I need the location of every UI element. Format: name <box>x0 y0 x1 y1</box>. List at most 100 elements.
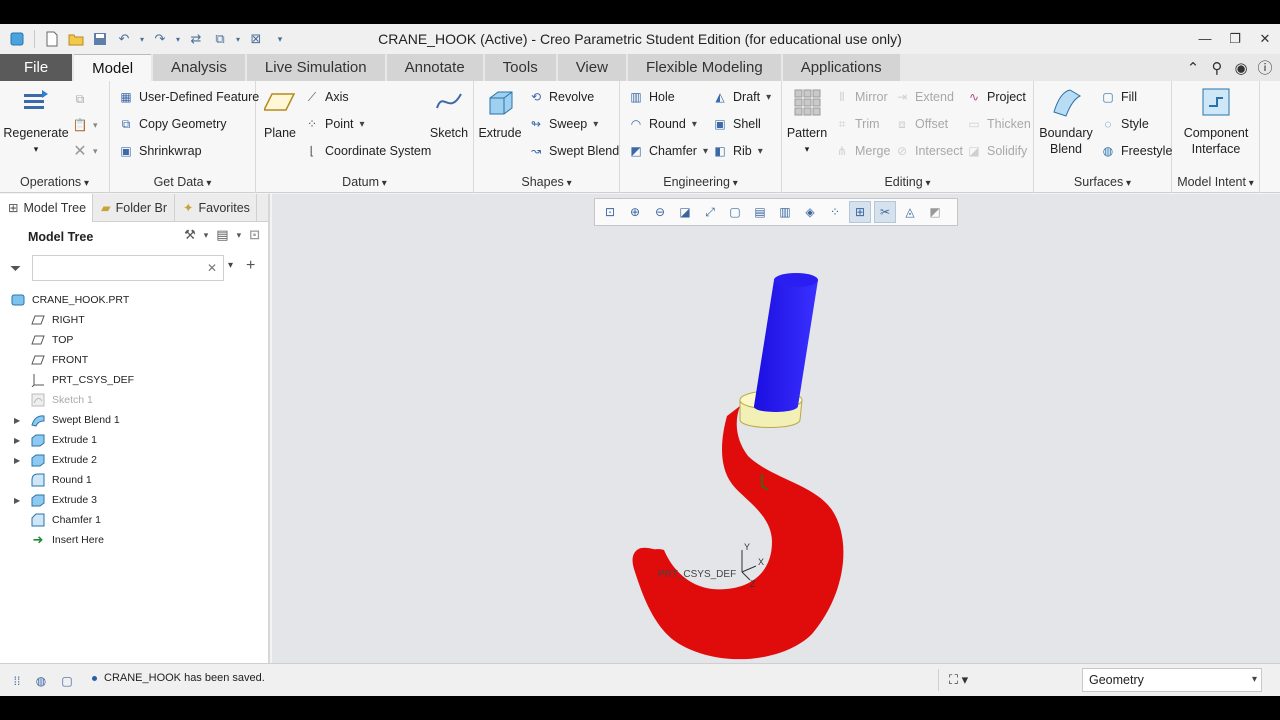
trim-button[interactable]: ⌗ Trim <box>834 114 880 134</box>
round-button[interactable]: ◠ Round <box>628 114 697 134</box>
open-folder-icon[interactable] <box>65 28 87 50</box>
extrude-button[interactable]: Extrude <box>476 85 524 141</box>
selection-filter-select[interactable]: Geometry <box>1082 668 1262 692</box>
browser-toggle-icon[interactable]: ◍ <box>32 672 50 690</box>
add-filter-icon[interactable]: + <box>246 257 255 275</box>
solidify-button[interactable]: ◪ Solidify <box>966 141 1027 161</box>
tree-node-part[interactable]: CRANE_HOOK.PRT <box>0 290 268 310</box>
tree-node-csys[interactable]: PRT_CSYS_DEF <box>0 370 268 390</box>
shapes-group-label[interactable]: Shapes <box>474 173 619 191</box>
tab-live-simulation[interactable]: Live Simulation <box>246 54 385 81</box>
find-icon[interactable]: ⛶ ▾ <box>938 669 978 691</box>
swept-blend-button[interactable]: ↝ Swept Blend <box>528 141 619 161</box>
get-data-group-label[interactable]: Get Data <box>110 173 255 191</box>
close-button[interactable]: ✕ <box>1250 24 1280 54</box>
tree-node-front[interactable]: FRONT <box>0 350 268 370</box>
rib-button[interactable]: ◧ Rib <box>712 141 763 161</box>
help-icon[interactable]: ⓘ <box>1256 57 1274 78</box>
delete-button[interactable]: ✕ ▾ <box>72 141 97 161</box>
windows-icon[interactable]: ⧉ <box>209 28 231 50</box>
tree-columns-icon[interactable]: ▤ <box>216 227 228 243</box>
redo-icon[interactable]: ↷ <box>149 28 171 50</box>
customize-toolbar-icon[interactable]: ▾ <box>269 28 291 50</box>
tab-applications[interactable]: Applications <box>782 54 900 81</box>
windows-dropdown-icon[interactable]: ▾ <box>233 28 243 50</box>
project-button[interactable]: ∿ Project <box>966 87 1026 107</box>
pattern-dropdown-icon[interactable]: ▾ <box>805 141 810 157</box>
tree-node-insert-here[interactable]: ➜ Insert Here <box>0 530 268 550</box>
regenerate-button[interactable]: Regenerate ▾ <box>3 85 69 157</box>
fill-button[interactable]: ▢ Fill <box>1100 87 1137 107</box>
ptc-community-icon[interactable]: ◉ <box>1232 59 1250 77</box>
tree-node-extrude-3[interactable]: ▶ Extrude 3 <box>0 490 268 510</box>
collapse-ribbon-icon[interactable]: ⌃ <box>1184 59 1202 77</box>
clear-search-icon[interactable]: ✕ <box>207 261 217 275</box>
thicken-button[interactable]: ▭ Thicken <box>966 114 1030 134</box>
filter-icon[interactable]: ⏷ <box>10 260 21 277</box>
user-defined-feature-button[interactable]: ▦ User-Defined Feature <box>118 87 259 107</box>
tab-flexible-modeling[interactable]: Flexible Modeling <box>627 54 781 81</box>
tab-file[interactable]: File <box>0 54 73 81</box>
tree-node-chamfer[interactable]: Chamfer 1 <box>0 510 268 530</box>
new-file-icon[interactable] <box>41 28 63 50</box>
tree-filters-icon[interactable]: ⊡ <box>249 227 260 243</box>
tab-favorites[interactable]: ✦ Favorites <box>175 194 257 222</box>
draft-button[interactable]: ◭ Draft <box>712 87 771 107</box>
extend-button[interactable]: ⇥ Extend <box>894 87 954 107</box>
tab-analysis[interactable]: Analysis <box>153 54 245 81</box>
expand-icon[interactable]: ▶ <box>14 456 20 465</box>
tree-node-extrude-2[interactable]: ▶ Extrude 2 <box>0 450 268 470</box>
editing-group-label[interactable]: Editing <box>782 173 1033 191</box>
boundary-blend-button[interactable]: Boundary Blend <box>1038 85 1094 157</box>
copy-button[interactable]: ⧉ <box>72 89 93 109</box>
tab-folder-browser[interactable]: ▰ Folder Br <box>93 194 176 222</box>
tree-search-input[interactable] <box>32 255 224 281</box>
pattern-button[interactable]: Pattern ▾ <box>784 85 830 157</box>
tab-model[interactable]: Model <box>74 54 152 81</box>
navigator-toggle-icon[interactable]: ⁞⁞ <box>8 672 26 690</box>
tree-node-extrude-1[interactable]: ▶ Extrude 1 <box>0 430 268 450</box>
copy-geometry-button[interactable]: ⧉ Copy Geometry <box>118 114 227 134</box>
search-icon[interactable]: ⚲ <box>1208 59 1226 77</box>
merge-button[interactable]: ⋔ Merge <box>834 141 890 161</box>
coordinate-system-button[interactable]: ⌊ Coordinate System <box>304 141 432 161</box>
component-interface-button[interactable]: Component Interface <box>1172 85 1260 157</box>
restore-button[interactable]: ❐ <box>1220 24 1250 54</box>
tree-node-round[interactable]: Round 1 <box>0 470 268 490</box>
paste-button[interactable]: 📋 ▾ <box>72 115 98 135</box>
full-screen-icon[interactable]: ▢ <box>58 672 76 690</box>
mirror-button[interactable]: ⫴ Mirror <box>834 87 887 107</box>
hole-button[interactable]: ▥ Hole <box>628 87 674 107</box>
tree-node-swept-blend[interactable]: ▶ Swept Blend 1 <box>0 410 268 430</box>
tab-view[interactable]: View <box>557 54 626 81</box>
plane-button[interactable]: Plane <box>260 85 300 141</box>
hook-body[interactable] <box>632 406 844 660</box>
offset-button[interactable]: ⧈ Offset <box>894 114 948 134</box>
regenerate-quick-icon[interactable]: ⇄ <box>185 28 207 50</box>
tree-settings-dropdown-icon[interactable]: ▾ <box>204 230 209 241</box>
sketch-button[interactable]: Sketch <box>428 85 470 141</box>
filter-dropdown-icon[interactable]: ▾ <box>228 260 233 271</box>
expand-icon[interactable]: ▶ <box>14 416 20 425</box>
tab-annotate[interactable]: Annotate <box>386 54 483 81</box>
sweep-button[interactable]: ↬ Sweep <box>528 114 598 134</box>
datum-group-label[interactable]: Datum <box>256 173 473 191</box>
style-button[interactable]: ◌ Style <box>1100 114 1148 134</box>
surfaces-group-label[interactable]: Surfaces <box>1034 173 1171 191</box>
creo-app-icon[interactable] <box>6 28 28 50</box>
point-button[interactable]: ⁘ Point <box>304 114 365 134</box>
tree-columns-dropdown-icon[interactable]: ▾ <box>237 230 242 241</box>
tree-settings-icon[interactable]: ⚒ <box>184 227 196 243</box>
intersect-button[interactable]: ⊘ Intersect <box>894 141 963 161</box>
operations-group-label[interactable]: Operations <box>0 173 109 191</box>
tab-tools[interactable]: Tools <box>484 54 556 81</box>
shell-button[interactable]: ▣ Shell <box>712 114 760 134</box>
expand-icon[interactable]: ▶ <box>14 496 20 505</box>
tree-node-top[interactable]: TOP <box>0 330 268 350</box>
redo-dropdown-icon[interactable]: ▾ <box>173 28 183 50</box>
chamfer-button[interactable]: ◩ Chamfer <box>628 141 708 161</box>
save-icon[interactable] <box>89 28 111 50</box>
hook-shank[interactable] <box>753 274 818 412</box>
tab-model-tree[interactable]: ⊞ Model Tree <box>0 194 94 222</box>
model-intent-group-label[interactable]: Model Intent <box>1172 173 1259 191</box>
